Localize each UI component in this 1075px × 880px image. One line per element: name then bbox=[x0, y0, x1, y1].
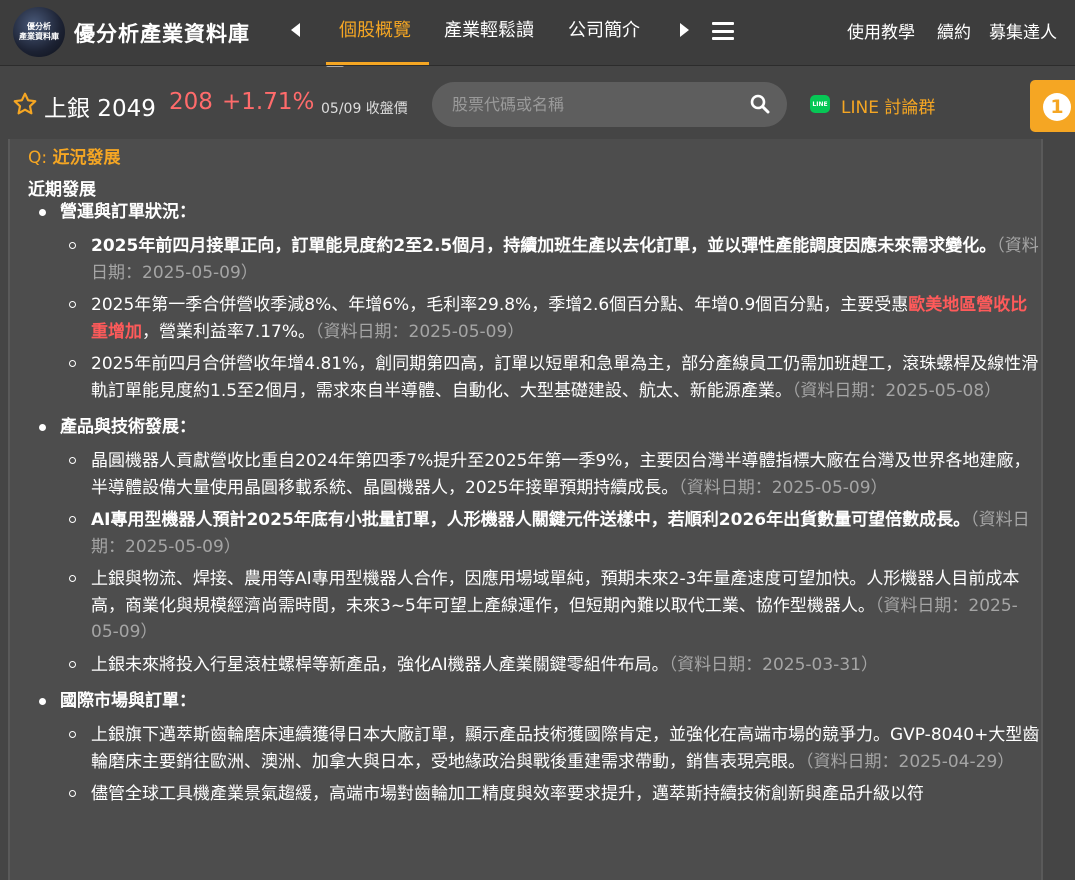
category-items: 2025年前四月接單正向，訂單能見度約2至2.5個月，持續加班生產以去化訂單，並… bbox=[10, 233, 1041, 404]
stock-change-percent: +1.71% bbox=[222, 89, 315, 115]
item-date: （資料日期：2025-03-31） bbox=[668, 654, 878, 675]
list-item: 2025年前四月接單正向，訂單能見度約2至2.5個月，持續加班生產以去化訂單，並… bbox=[10, 233, 1041, 286]
nav-next-arrow-icon[interactable] bbox=[674, 18, 694, 42]
item-date: （資料日期：2025-04-29） bbox=[805, 751, 1015, 772]
list-item: 晶圓機器人貢獻營收比重自2024年第四季7%提升至2025年第一季9%，主要因台… bbox=[10, 448, 1041, 501]
item-text: 上銀未來將投入行星滾柱螺桿等新產品，強化AI機器人產業關鍵零組件布局。 bbox=[91, 654, 669, 675]
stock-price: 208 bbox=[169, 89, 213, 115]
notification-tab[interactable]: 1 bbox=[1030, 80, 1075, 132]
line-group-link[interactable]: LINE 討論群 bbox=[841, 93, 935, 118]
question-prefix: Q: bbox=[28, 148, 53, 168]
category-items: 上銀旗下邁萃斯齒輪磨床連續獲得日本大廠訂單，顯示產品技術獲國際肯定，並強化在高端… bbox=[10, 722, 1041, 808]
line-icon-text: LINE bbox=[812, 100, 828, 108]
category-items: 晶圓機器人貢獻營收比重自2024年第四季7%提升至2025年第一季9%，主要因台… bbox=[10, 448, 1041, 679]
question-title: Q: 近況發展 bbox=[28, 143, 121, 168]
active-tab-indicator bbox=[326, 62, 429, 65]
nav-prev-arrow-icon[interactable] bbox=[285, 18, 305, 42]
tab-stock-overview[interactable]: 個股概覽 bbox=[339, 16, 411, 42]
logo-text-line1: 優分析 bbox=[27, 22, 51, 31]
item-date: （資料日期：2025-05-08） bbox=[791, 380, 1002, 401]
notification-count-badge: 1 bbox=[1043, 93, 1071, 121]
logo-text-line2: 產業資料庫 bbox=[19, 32, 59, 41]
stock-search-box bbox=[432, 82, 787, 127]
brand-logo[interactable]: 優分析 產業資料庫 bbox=[13, 7, 65, 57]
item-text: 2025年第一季合併營收季減8%、年增6%，毛利率29.8%，季增2.6個百分點… bbox=[91, 295, 909, 315]
list-item: 2025年第一季合併營收季減8%、年增6%，毛利率29.8%，季增2.6個百分點… bbox=[10, 292, 1041, 345]
item-text-after: ，營業利益率7.17%。 bbox=[142, 321, 316, 342]
top-navbar: 優分析 產業資料庫 優分析產業資料庫 個股概覽 產業輕鬆讀 公司簡介 使用教學 … bbox=[0, 0, 1075, 70]
category-heading: 營運與訂單狀況： bbox=[10, 199, 1041, 225]
list-item: AI專用型機器人預計2025年底有小批量訂單，人形機器人關鍵元件送樣中，若順利2… bbox=[10, 507, 1041, 560]
brand-name[interactable]: 優分析產業資料庫 bbox=[74, 18, 250, 48]
stock-name-code: 上銀 2049 bbox=[44, 96, 156, 122]
list-item: 上銀未來將投入行星滾柱螺桿等新產品，強化AI機器人產業關鍵零組件布局。（資料日期… bbox=[10, 652, 1041, 679]
favorite-star-icon[interactable] bbox=[12, 91, 38, 117]
list-item: 2025年前四月合併營收年增4.81%，創同期第四高，訂單以短單和急單為主，部分… bbox=[10, 351, 1041, 404]
item-text: 晶圓機器人貢獻營收比重自2024年第四季7%提升至2025年第一季9%，主要因台… bbox=[91, 451, 1031, 498]
development-list: 營運與訂單狀況： 2025年前四月接單正向，訂單能見度約2至2.5個月，持續加班… bbox=[10, 199, 1041, 814]
link-tutorial[interactable]: 使用教學 bbox=[847, 18, 915, 43]
tab-company-profile[interactable]: 公司簡介 bbox=[568, 16, 640, 42]
link-renew[interactable]: 續約 bbox=[937, 18, 971, 43]
list-item: 上銀與物流、焊接、農用等AI專用型機器人合作，因應用場域單純，預期未來2-3年量… bbox=[10, 566, 1041, 646]
stock-search-input[interactable] bbox=[452, 93, 732, 115]
item-date: （資料日期：2025-05-09） bbox=[678, 477, 888, 498]
question-text: 近況發展 bbox=[52, 148, 121, 168]
item-text: AI專用型機器人預計2025年底有小批量訂單，人形機器人關鍵元件送樣中，若順利2… bbox=[91, 510, 971, 530]
section-heading: 近期發展 bbox=[28, 180, 96, 200]
list-item: 儘管全球工具機產業景氣趨緩，高端市場對齒輪加工精度與效率要求提升，邁萃斯持續技術… bbox=[10, 781, 1041, 808]
menu-icon[interactable] bbox=[712, 22, 734, 40]
link-recruit[interactable]: 募集達人 bbox=[989, 18, 1057, 43]
stock-bar: 上銀 2049 208 +1.71% 05/09 收盤價 LINE LINE 討… bbox=[0, 67, 1075, 139]
category-heading: 國際市場與訂單： bbox=[10, 688, 1041, 714]
item-text: 2025年前四月接單正向，訂單能見度約2至2.5個月，持續加班生產以去化訂單，並… bbox=[91, 236, 997, 256]
content-panel: Q: 近況發展 近期發展 營運與訂單狀況： 2025年前四月接單正向，訂單能見度… bbox=[8, 139, 1043, 880]
tab-industry-easy-read[interactable]: 產業輕鬆讀 bbox=[444, 16, 534, 42]
item-text: 儘管全球工具機產業景氣趨緩，高端市場對齒輪加工精度與效率要求提升，邁萃斯持續技術… bbox=[91, 784, 924, 804]
item-date: （資料日期：2025-05-09） bbox=[315, 321, 525, 342]
category-heading: 產品與技術發展： bbox=[10, 414, 1041, 440]
line-app-icon[interactable]: LINE bbox=[810, 95, 830, 113]
price-date-label: 05/09 收盤價 bbox=[321, 101, 408, 117]
list-item: 上銀旗下邁萃斯齒輪磨床連續獲得日本大廠訂單，顯示產品技術獲國際肯定，並強化在高端… bbox=[10, 722, 1041, 775]
search-icon[interactable] bbox=[750, 94, 770, 114]
